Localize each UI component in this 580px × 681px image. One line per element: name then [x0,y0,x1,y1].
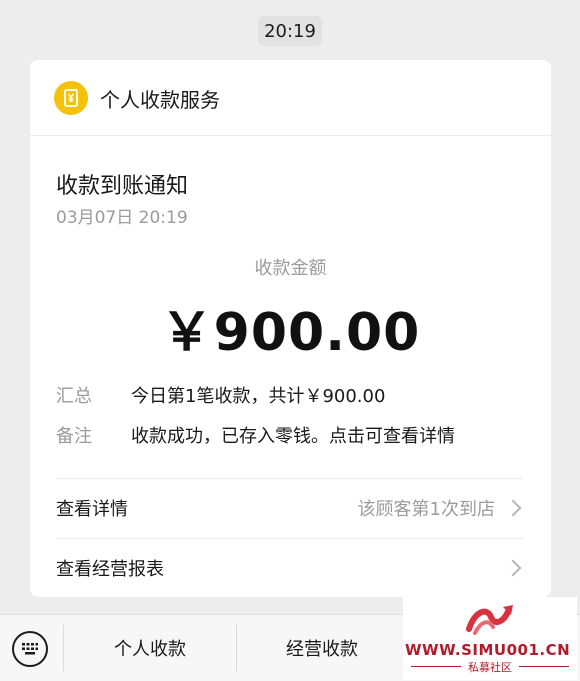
chevron-right-icon [504,559,522,577]
receipt-yuan-icon [54,81,88,115]
amount-value: ￥900.00 [160,303,421,363]
amount-label: 收款金额 [254,258,327,279]
notice-title: 收款到账通知 [56,174,189,199]
menu-personal-receipt[interactable]: 个人收款 [64,615,236,681]
chevron-right-icon [504,499,522,517]
watermark: WWW.SIMU001.CN 私募社区 [403,597,577,680]
remark-value: 收款成功，已存入零钱。点击可查看详情 [131,426,455,447]
remark-row: 备注 收款成功，已存入零钱。点击可查看详情 [56,422,455,448]
view-details-row[interactable]: 查看详情 该顾客第1次到店 [56,479,523,537]
summary-key: 汇总 [56,386,92,407]
payment-notification-card[interactable]: 个人收款服务 收款到账通知 03月07日 20:19 收款金额 ￥900.00 … [30,60,551,597]
watermark-subtitle: 私募社区 [468,661,512,674]
view-report-row[interactable]: 查看经营报表 [56,539,523,597]
watermark-url: WWW.SIMU001.CN [405,641,571,659]
card-header[interactable]: 个人收款服务 [30,60,551,136]
summary-row: 汇总 今日第1笔收款，共计￥900.00 [56,382,385,408]
remark-key: 备注 [56,426,92,447]
service-name: 个人收款服务 [100,88,220,112]
menu-business-receipt[interactable]: 经营收款 [237,615,407,681]
view-details-label: 查看详情 [56,499,128,520]
message-timestamp: 20:19 [258,16,322,46]
view-report-label: 查看经营报表 [56,559,164,580]
keyboard-icon[interactable] [12,631,48,667]
summary-value: 今日第1笔收款，共计￥900.00 [131,386,386,407]
visit-count-text: 该顾客第1次到店 [357,499,495,520]
notice-datetime: 03月07日 20:19 [56,208,188,228]
watermark-logo-icon [466,605,513,635]
